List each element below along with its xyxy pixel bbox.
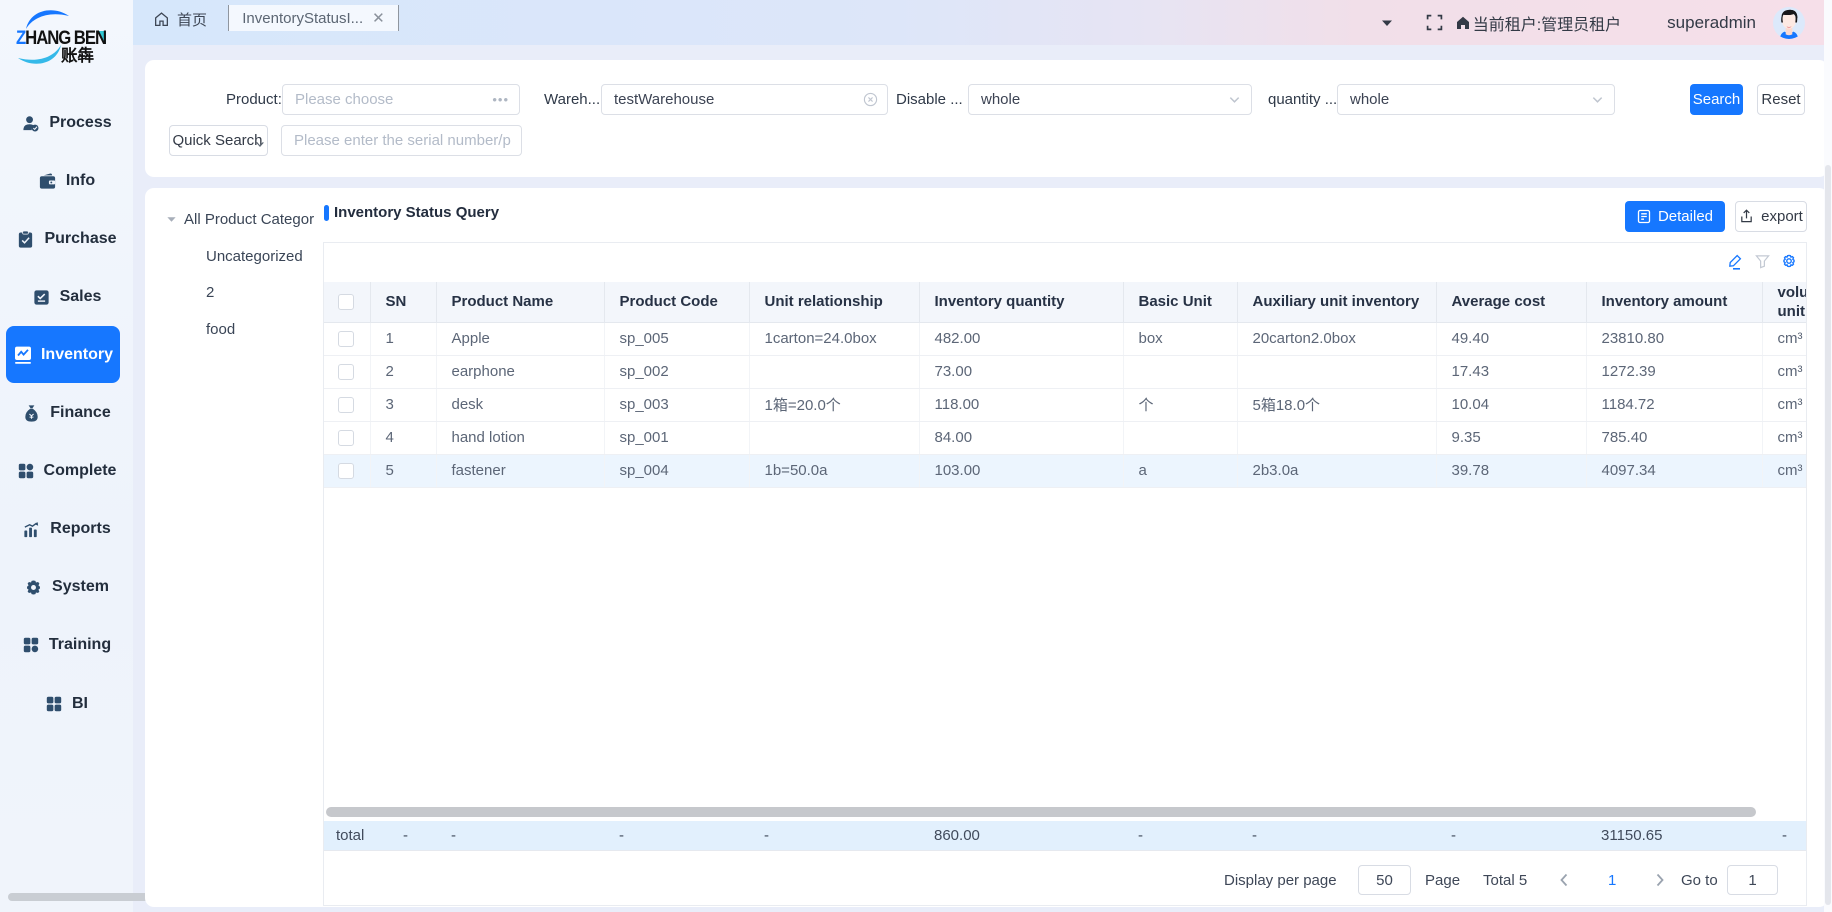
svg-text:账犇: 账犇 xyxy=(61,45,95,65)
svg-text:ZHANG BEN: ZHANG BEN xyxy=(16,28,106,49)
